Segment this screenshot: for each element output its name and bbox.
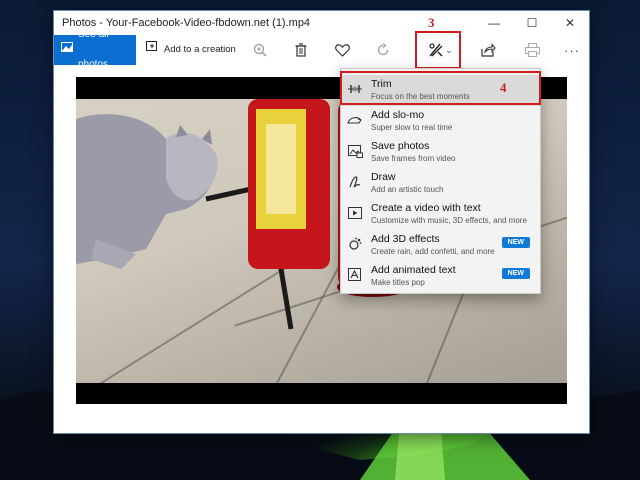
menu-item-title: Draw: [371, 171, 396, 183]
rotate-icon[interactable]: [373, 41, 393, 59]
menu-item-create-video-with-text[interactable]: Create a video with text Customize with …: [341, 199, 540, 230]
photos-icon: [61, 35, 73, 65]
menu-item-subtitle: Make titles pop: [371, 278, 425, 287]
maximize-button[interactable]: ☐: [513, 11, 551, 35]
see-all-photos-button[interactable]: See all photos: [54, 29, 136, 70]
menu-item-title: Save photos: [371, 140, 430, 152]
menu-item-add-animated-text[interactable]: Add animated text Make titles pop NEW: [341, 261, 540, 292]
new-badge: NEW: [501, 237, 530, 248]
add-creation-icon: [146, 35, 159, 65]
toolbar: See all photos Add to a creation ⌄ ···: [54, 29, 589, 70]
menu-item-add-3d-effects[interactable]: Add 3D effects Create rain, add confetti…: [341, 230, 540, 261]
save-photos-icon: [347, 143, 363, 159]
slomo-icon: [347, 112, 363, 128]
3d-effects-icon: [347, 236, 363, 252]
add-to-creation-label: Add to a creation: [164, 44, 236, 55]
annotation-step-3: 3: [428, 15, 435, 30]
new-badge: NEW: [501, 268, 530, 279]
add-to-creation-button[interactable]: Add to a creation: [146, 35, 236, 65]
menu-item-subtitle: Super slow to real time: [371, 123, 453, 132]
favorite-icon[interactable]: [332, 41, 352, 59]
delete-icon[interactable]: [291, 41, 311, 59]
menu-item-title: Add slo-mo: [371, 109, 425, 121]
minimize-button[interactable]: —: [475, 11, 513, 35]
zoom-icon[interactable]: [250, 41, 270, 59]
close-button[interactable]: ✕: [551, 11, 589, 35]
menu-item-save-photos[interactable]: Save photos Save frames from video: [341, 137, 540, 168]
draw-icon: [347, 174, 363, 190]
menu-item-title: Create a video with text: [371, 202, 481, 214]
see-all-photos-label: See all photos: [78, 29, 109, 70]
share-icon[interactable]: [478, 41, 498, 59]
print-icon[interactable]: [522, 41, 542, 59]
menu-item-draw[interactable]: Draw Add an artistic touch: [341, 168, 540, 199]
menu-item-title: Add 3D effects: [371, 233, 440, 245]
menu-item-title: Add animated text: [371, 264, 456, 276]
annotation-highlight-edit: [415, 31, 461, 69]
menu-item-subtitle: Create rain, add confetti, and more: [371, 247, 495, 256]
animated-text-icon: [347, 267, 363, 283]
more-icon[interactable]: ···: [562, 41, 582, 59]
annotation-step-4: 4: [500, 80, 507, 95]
menu-item-subtitle: Customize with music, 3D effects, and mo…: [371, 216, 527, 225]
menu-item-subtitle: Add an artistic touch: [371, 185, 444, 194]
menu-item-add-slo-mo[interactable]: Add slo-mo Super slow to real time: [341, 106, 540, 137]
menu-item-subtitle: Save frames from video: [371, 154, 456, 163]
annotation-highlight-trim: [340, 71, 541, 105]
video-text-icon: [347, 205, 363, 221]
